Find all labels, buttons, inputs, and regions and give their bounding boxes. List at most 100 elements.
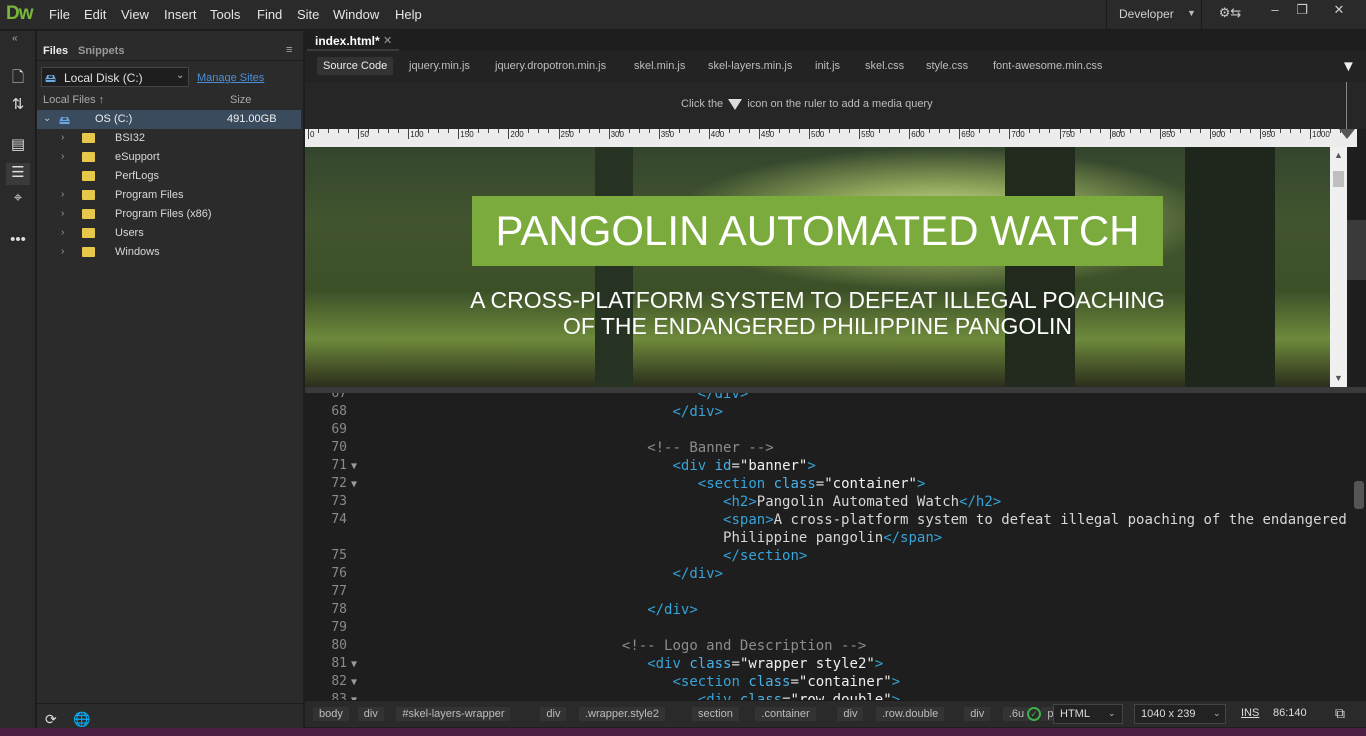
tag-selector-item[interactable]: .row.double	[876, 707, 945, 721]
code-line[interactable]: 80 <!-- Logo and Description -->	[305, 638, 1353, 656]
tag-selector-item[interactable]: .wrapper.style2	[579, 707, 665, 721]
code-line[interactable]: 76 </div>	[305, 566, 1353, 584]
tag-selector-item[interactable]: div	[837, 707, 864, 721]
code-line[interactable]: 83▼<div class="row double">	[305, 692, 1353, 700]
sync-icon[interactable]: ⇅	[6, 95, 30, 117]
chevron-down-icon[interactable]: ⌄	[43, 113, 51, 124]
ruler-handle-icon[interactable]	[1339, 129, 1355, 139]
site-select[interactable]: 🖴 Local Disk (C:) ⌄	[41, 67, 189, 87]
menu-window[interactable]: Window	[333, 7, 379, 22]
tag-selector-item[interactable]: div	[357, 707, 384, 721]
close-icon[interactable]: ✕	[383, 34, 392, 47]
menu-file[interactable]: File	[49, 7, 70, 22]
scroll-thumb[interactable]	[1333, 171, 1344, 187]
menu-help[interactable]: Help	[395, 7, 422, 22]
menu-view[interactable]: View	[121, 7, 149, 22]
code-line[interactable]: 78 </div>	[305, 602, 1353, 620]
scroll-down-icon[interactable]: ▼	[1334, 373, 1343, 383]
related-file[interactable]: skel-layers.min.js	[708, 60, 792, 72]
tree-row[interactable]: › Windows	[37, 243, 301, 262]
menu-tools[interactable]: Tools	[210, 7, 240, 22]
ruler[interactable]: 0 50 100 150 200 250 300 350 400 450 500 550 600 650 7…	[305, 129, 1357, 147]
code-line[interactable]: 75 </section>	[305, 548, 1353, 566]
tree-row[interactable]: › Users	[37, 224, 301, 243]
insert-mode-toggle[interactable]: INS	[1241, 707, 1259, 719]
live-view-icon[interactable]: ⧉	[1335, 705, 1345, 722]
column-local-files[interactable]: Local Files ↑	[43, 94, 104, 106]
menu-site[interactable]: Site	[297, 7, 319, 22]
tab-snippets[interactable]: Snippets	[78, 45, 124, 57]
tag-selector-item[interactable]: section	[692, 707, 739, 721]
tree-row-root[interactable]: ⌄ 🖴 OS (C:) 491.00GB	[37, 110, 301, 129]
tree-row[interactable]: › BSI32	[37, 129, 301, 148]
menu-find[interactable]: Find	[257, 7, 282, 22]
close-icon[interactable]: ✕	[1326, 2, 1352, 22]
code-line[interactable]: 81 ▼ <div class="wrapper style2">	[305, 656, 1353, 674]
fold-icon[interactable]: ▼	[351, 677, 357, 688]
tree-row[interactable]: PerfLogs	[37, 167, 301, 186]
code-line[interactable]: 71 ▼ <div id="banner">	[305, 458, 1353, 476]
banner-subtitle[interactable]: A CROSS-PLATFORM SYSTEM TO DEFEAT ILLEGA…	[405, 287, 1230, 339]
tree-row[interactable]: › eSupport	[37, 148, 301, 167]
dom-icon[interactable]: ☰	[6, 163, 30, 185]
code-line[interactable]: 74 <span>A cross-platform system to defea…	[305, 512, 1353, 530]
scroll-up-icon[interactable]: ▲	[1334, 150, 1343, 160]
live-view[interactable]: PANGOLIN AUTOMATED WATCH A CROSS-PLATFOR…	[305, 147, 1330, 387]
tree-row[interactable]: › Program Files	[37, 186, 301, 205]
code-line[interactable]: Philippine pangolin</span>	[305, 530, 1353, 548]
manage-sites-link[interactable]: Manage Sites	[197, 72, 264, 84]
code-line[interactable]: 77	[305, 584, 1353, 602]
related-file[interactable]: jquery.dropotron.min.js	[495, 60, 606, 72]
tag-selector-item[interactable]: .6u	[1002, 707, 1031, 721]
column-size[interactable]: Size	[230, 94, 251, 106]
code-line[interactable]: 79	[305, 620, 1353, 638]
code-line[interactable]: 72 ▼ <section class="container">	[305, 476, 1353, 494]
tab-files[interactable]: Files	[43, 45, 68, 57]
target-icon[interactable]: ⌖	[6, 189, 30, 211]
tag-selector-item[interactable]: .container	[755, 707, 816, 721]
code-line[interactable]: 67 </div>	[305, 393, 1353, 404]
window-size-select[interactable]: 1040 x 239 ⌄	[1134, 704, 1226, 724]
fold-icon[interactable]: ▼	[351, 659, 357, 670]
tag-selector-item[interactable]: #skel-layers-wrapper	[396, 707, 511, 721]
code-line[interactable]: 82 ▼ <section class="container">	[305, 674, 1353, 692]
code-view[interactable]: 67 </div> 68 </div> 69 70 <!-- Banner --> 71 ▼ <d…	[305, 393, 1353, 700]
code-line[interactable]: 70 <!-- Banner -->	[305, 440, 1353, 458]
menu-edit[interactable]: Edit	[84, 7, 106, 22]
fold-icon[interactable]: ▼	[351, 461, 357, 472]
new-file-icon[interactable]: 🗋	[6, 67, 30, 89]
code-scrollbar[interactable]	[1353, 393, 1366, 700]
related-file[interactable]: jquery.min.js	[409, 60, 470, 72]
related-file[interactable]: skel.min.js	[634, 60, 685, 72]
live-view-scrollbar[interactable]: ▲ ▼	[1330, 147, 1347, 387]
chevron-right-icon[interactable]: ›	[61, 227, 64, 238]
tag-selector-item[interactable]: div	[964, 707, 991, 721]
document-type-select[interactable]: HTML ⌄	[1053, 704, 1123, 724]
related-file-source-code[interactable]: Source Code	[317, 57, 394, 75]
related-file[interactable]: init.js	[815, 60, 840, 72]
restore-icon[interactable]: ❐	[1289, 2, 1315, 22]
panel-splitter-handle[interactable]	[1347, 220, 1366, 280]
chevron-right-icon[interactable]: ›	[61, 151, 64, 162]
code-line[interactable]: 69	[305, 422, 1353, 440]
inspect-icon[interactable]: ▤	[6, 135, 30, 157]
related-file[interactable]: style.css	[926, 60, 968, 72]
document-tab[interactable]: index.html* ✕	[307, 31, 399, 51]
menu-insert[interactable]: Insert	[164, 7, 197, 22]
filter-icon[interactable]: ▼	[1341, 58, 1357, 75]
workspace-switcher[interactable]: Developer ▼	[1106, 0, 1202, 30]
globe-icon[interactable]: 🌐	[73, 711, 90, 728]
refresh-icon[interactable]: ⟳	[45, 711, 57, 728]
tag-selector-item[interactable]: div	[540, 707, 567, 721]
chevron-right-icon[interactable]: ›	[61, 189, 64, 200]
more-icon[interactable]: •••	[6, 231, 30, 253]
fold-icon[interactable]: ▼	[351, 479, 357, 490]
chevron-right-icon[interactable]: ›	[61, 246, 64, 257]
banner-title[interactable]: PANGOLIN AUTOMATED WATCH	[472, 196, 1163, 266]
related-file[interactable]: skel.css	[865, 60, 904, 72]
tree-row[interactable]: › Program Files (x86)	[37, 205, 301, 224]
panel-menu-icon[interactable]: ≡	[286, 44, 292, 56]
collapse-icon[interactable]: «	[12, 33, 18, 44]
related-file[interactable]: font-awesome.min.css	[993, 60, 1102, 72]
check-icon[interactable]: ✓	[1027, 707, 1041, 721]
